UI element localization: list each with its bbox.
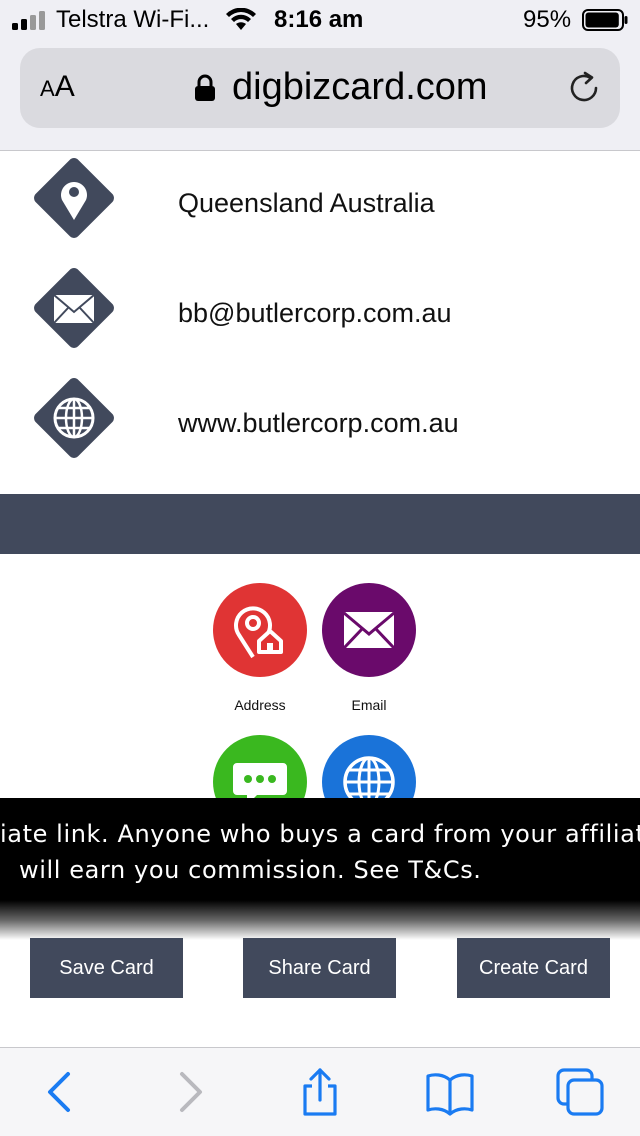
battery-icon xyxy=(582,9,628,31)
contact-row-website[interactable]: www.butlercorp.com.au xyxy=(0,372,640,482)
globe-icon xyxy=(34,378,114,458)
reload-icon[interactable] xyxy=(566,70,602,106)
email-action-label: Email xyxy=(351,697,387,713)
contact-website-text: www.butlercorp.com.au xyxy=(178,408,459,438)
affiliate-banner-line-2[interactable]: will earn you commission. See T&Cs. xyxy=(19,856,482,884)
wifi-icon xyxy=(226,8,256,30)
location-pin-icon xyxy=(34,158,114,238)
url-domain[interactable]: digbizcard.com xyxy=(232,66,488,109)
back-chevron-icon[interactable] xyxy=(36,1068,84,1116)
cellular-signal-icon xyxy=(12,11,45,30)
email-action-button[interactable] xyxy=(322,583,416,677)
address-home-pin-icon xyxy=(213,583,307,677)
browser-top-chrome: Telstra Wi-Fi... 8:16 am 95% AA digbizca… xyxy=(0,0,640,151)
contact-email-text: bb@butlercorp.com.au xyxy=(178,298,452,328)
section-divider-band xyxy=(0,494,640,554)
tabs-icon[interactable] xyxy=(556,1068,604,1116)
contact-location-text: Queensland Australia xyxy=(178,188,435,218)
status-bar: Telstra Wi-Fi... 8:16 am 95% xyxy=(0,0,640,40)
url-bar[interactable]: AA digbizcard.com xyxy=(20,48,620,128)
bookmarks-book-icon[interactable] xyxy=(426,1068,474,1116)
lock-icon xyxy=(195,74,215,101)
browser-toolbar xyxy=(0,1047,640,1136)
affiliate-banner[interactable]: iate link. Anyone who buys a card from y… xyxy=(0,798,640,940)
carrier-name: Telstra Wi-Fi... xyxy=(56,6,210,33)
status-time: 8:16 am xyxy=(274,6,364,33)
create-card-button[interactable]: Create Card xyxy=(457,938,610,998)
battery-percent: 95% xyxy=(523,6,572,33)
forward-chevron-icon[interactable] xyxy=(166,1068,214,1116)
envelope-icon xyxy=(322,583,416,677)
share-icon[interactable] xyxy=(296,1068,344,1116)
contact-row-location[interactable]: Queensland Australia xyxy=(0,152,640,262)
share-card-button[interactable]: Share Card xyxy=(243,938,396,998)
text-size-button[interactable]: AA xyxy=(40,70,75,104)
affiliate-banner-line-1: iate link. Anyone who buys a card from y… xyxy=(0,820,640,848)
contact-row-email[interactable]: bb@butlercorp.com.au xyxy=(0,262,640,372)
address-action-button[interactable] xyxy=(213,583,307,677)
save-card-button[interactable]: Save Card xyxy=(30,938,183,998)
envelope-icon xyxy=(34,268,114,348)
